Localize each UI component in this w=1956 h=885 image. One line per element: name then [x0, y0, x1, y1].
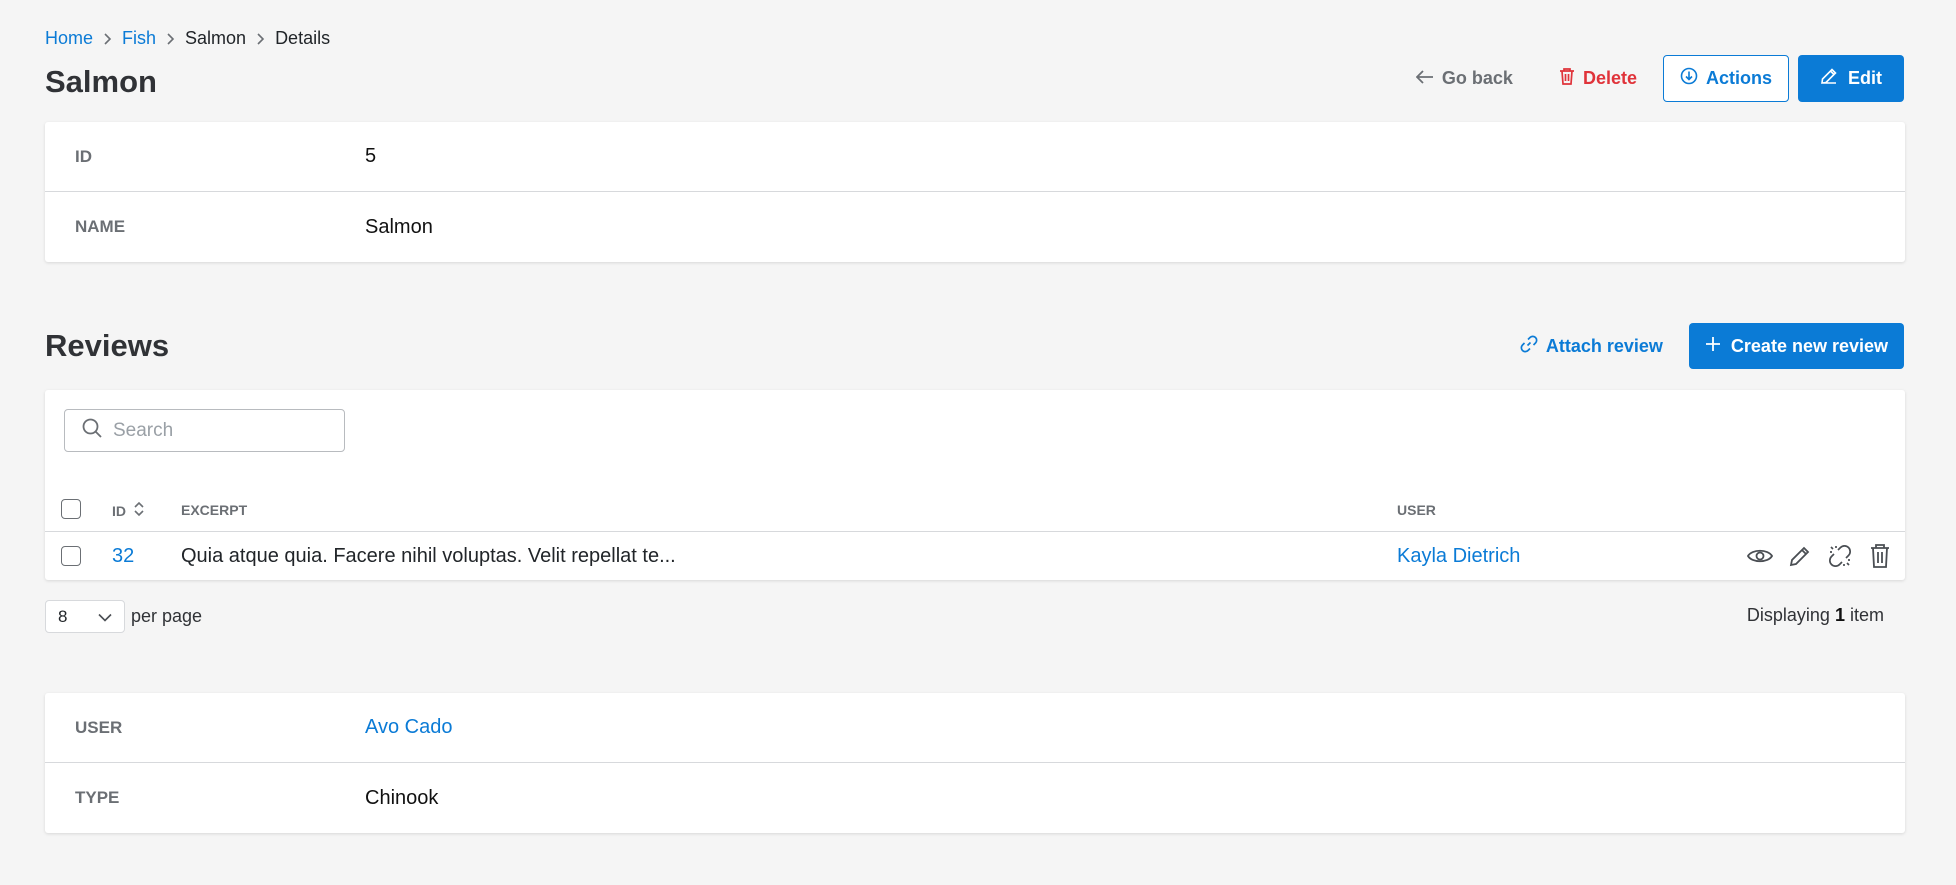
- displaying-count: Displaying 1 item: [1747, 605, 1884, 626]
- displaying-suffix: item: [1849, 605, 1884, 625]
- chevron-right-icon: [103, 32, 112, 46]
- detail-label: USER: [75, 717, 123, 737]
- attach-review-button[interactable]: Attach review: [1520, 335, 1663, 358]
- detail-value: Salmon: [365, 215, 433, 238]
- search-input[interactable]: [113, 419, 333, 442]
- actions-button[interactable]: Actions: [1662, 55, 1789, 102]
- actions-label: Actions: [1705, 68, 1772, 88]
- trash-icon[interactable]: [1865, 541, 1895, 571]
- details-card: ID 5 NAME Salmon: [45, 122, 1905, 262]
- row-id-link[interactable]: 32: [112, 545, 134, 568]
- breadcrumb-salmon: Salmon: [185, 28, 247, 48]
- displaying-prefix: Displaying: [1746, 605, 1830, 625]
- chevron-right-icon: [166, 32, 175, 46]
- detail-label: NAME: [75, 217, 126, 236]
- delete-button[interactable]: Delete: [1547, 55, 1649, 102]
- per-page-select[interactable]: 8: [45, 600, 125, 633]
- edit-label: Edit: [1848, 68, 1882, 88]
- edit-button[interactable]: Edit: [1798, 55, 1904, 102]
- download-circle-icon: [1680, 67, 1698, 90]
- chevron-down-icon: [98, 607, 112, 627]
- column-id-header[interactable]: ID: [112, 501, 144, 520]
- reviews-table-card: ID EXCERPT USER 32 Quia atque quia. Face…: [45, 390, 1905, 580]
- breadcrumb-details: Details: [275, 28, 331, 48]
- reviews-title: Reviews: [45, 328, 170, 363]
- column-excerpt-header: EXCERPT: [181, 502, 248, 518]
- search-icon: [81, 417, 103, 444]
- reviews-actions: Attach review Create new review: [1520, 323, 1904, 369]
- detail-row-type: TYPE Chinook: [45, 763, 1905, 833]
- attach-review-label: Attach review: [1545, 335, 1663, 356]
- per-page-value: 8: [58, 606, 68, 626]
- arrow-left-icon: [1415, 68, 1434, 89]
- detail-label: TYPE: [75, 788, 120, 807]
- edit-icon[interactable]: [1785, 541, 1815, 571]
- sort-icon: [134, 501, 144, 520]
- link-icon: [1520, 335, 1538, 358]
- detail-row-id: ID 5: [45, 122, 1905, 192]
- column-user-header: USER: [1397, 502, 1436, 518]
- extra-details-card: USER Avo Cado TYPE Chinook: [45, 693, 1905, 833]
- displaying-number: 1: [1834, 605, 1845, 625]
- breadcrumb-home[interactable]: Home: [45, 28, 93, 49]
- trash-icon: [1559, 67, 1575, 90]
- pencil-icon: [1820, 67, 1838, 90]
- breadcrumb-fish[interactable]: Fish: [122, 28, 156, 49]
- per-page-control: 8 per page: [45, 600, 202, 633]
- create-review-button[interactable]: Create new review: [1688, 323, 1904, 369]
- column-id-label: ID: [112, 502, 126, 519]
- breadcrumb: Home Fish Salmon Details: [45, 28, 330, 49]
- detach-icon[interactable]: [1825, 541, 1855, 571]
- create-review-label: Create new review: [1730, 335, 1888, 356]
- per-page-label: per page: [131, 606, 203, 626]
- row-user-link[interactable]: Kayla Dietrich: [1397, 545, 1520, 568]
- detail-row-name: NAME Salmon: [45, 192, 1905, 262]
- header-actions: Go back Delete Actions Edit: [1404, 55, 1904, 102]
- page-title: Salmon: [45, 64, 157, 99]
- search-box: [64, 409, 345, 452]
- row-checkbox[interactable]: [61, 546, 81, 566]
- chevron-right-icon: [256, 32, 265, 46]
- user-link[interactable]: Avo Cado: [365, 716, 452, 739]
- detail-row-user: USER Avo Cado: [45, 693, 1905, 763]
- select-all-checkbox[interactable]: [61, 499, 81, 519]
- delete-label: Delete: [1582, 68, 1637, 88]
- table-row: 32 Quia atque quia. Facere nihil volupta…: [45, 533, 1905, 580]
- detail-label: ID: [75, 146, 92, 166]
- detail-value: 5: [365, 145, 377, 167]
- table-header: ID EXCERPT USER: [45, 486, 1905, 532]
- eye-icon[interactable]: [1745, 541, 1775, 571]
- go-back-label: Go back: [1441, 68, 1513, 88]
- go-back-button[interactable]: Go back: [1404, 55, 1525, 102]
- row-actions: [1745, 541, 1895, 571]
- plus-icon: [1705, 336, 1721, 357]
- detail-value: Chinook: [365, 786, 439, 809]
- row-excerpt: Quia atque quia. Facere nihil voluptas. …: [181, 545, 676, 567]
